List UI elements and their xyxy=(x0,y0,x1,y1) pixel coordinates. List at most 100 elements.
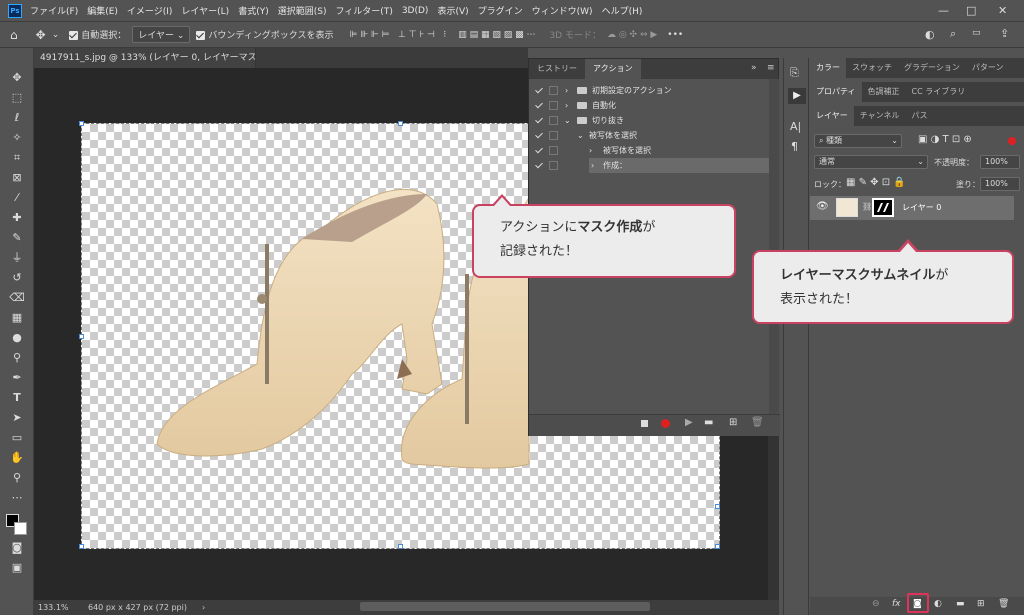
menu-view[interactable]: 表示(V) xyxy=(437,4,468,17)
blend-mode-dropdown[interactable]: 通常 ⌄ xyxy=(814,155,928,169)
menu-help[interactable]: ヘルプ(H) xyxy=(602,4,643,17)
new-action-icon[interactable]: ⊞ xyxy=(729,417,737,428)
fill-input[interactable]: 100% xyxy=(980,177,1020,191)
check-icon[interactable] xyxy=(535,131,543,139)
check-icon[interactable] xyxy=(535,161,543,169)
visibility-eye-icon[interactable]: 👁 xyxy=(816,201,829,212)
panel-menu-icon[interactable]: ≡ xyxy=(767,63,775,73)
3d-tool-icons[interactable]: ☁ ◎ ✣ ⇔ ▶ xyxy=(607,30,657,40)
menu-edit[interactable]: 編集(E) xyxy=(87,4,118,17)
document-tab[interactable]: 4917911_s.jpg @ 133% (レイヤー 0, レイヤーマスク/8)… xyxy=(34,48,256,68)
move-tool-icon[interactable]: ✥ xyxy=(36,28,46,42)
action-step-row-selected[interactable]: › 作成： xyxy=(589,158,769,173)
more-button[interactable]: ••• xyxy=(667,30,683,40)
layer-filter-dropdown[interactable]: ⌕ 種類 ⌄ xyxy=(814,134,902,148)
collapse-icon[interactable]: ⌄ xyxy=(577,128,584,143)
collapse-icon[interactable]: » xyxy=(751,63,757,73)
chevron-down-icon[interactable]: ⌄ xyxy=(52,30,60,40)
mask-link-icon[interactable]: ⛓ xyxy=(862,202,872,211)
stamp-tool-icon[interactable]: ⏚ xyxy=(8,250,26,266)
marquee-tool-icon[interactable]: ⬚ xyxy=(8,90,26,106)
filter-toggle-icon[interactable] xyxy=(1008,137,1016,145)
check-icon[interactable] xyxy=(535,116,543,124)
bbox-checkbox[interactable] xyxy=(196,31,206,40)
check-icon[interactable] xyxy=(535,86,543,94)
lock-icons[interactable]: ▦ ✎ ✥ ⊡ 🔒 xyxy=(846,177,906,188)
transform-handle[interactable] xyxy=(715,544,720,549)
character-panel-icon[interactable]: A| xyxy=(790,120,801,133)
tab-gradients[interactable]: グラデーション xyxy=(898,58,966,78)
layer-mask-thumbnail[interactable] xyxy=(872,198,894,217)
dialog-toggle-icon[interactable] xyxy=(549,101,558,110)
eraser-tool-icon[interactable]: ⌫ xyxy=(8,290,26,306)
expand-icon[interactable]: › xyxy=(591,158,594,173)
workspace-icon[interactable]: ▭ xyxy=(972,28,981,38)
menu-layer[interactable]: レイヤー(L) xyxy=(181,4,229,17)
lasso-tool-icon[interactable]: ℓ xyxy=(8,110,26,126)
zoom-tool-icon[interactable]: ⚲ xyxy=(8,470,26,486)
check-icon[interactable] xyxy=(535,101,543,109)
fx-icon[interactable]: fx xyxy=(892,599,901,609)
home-icon[interactable]: ⌂ xyxy=(10,28,18,42)
menu-type[interactable]: 書式(Y) xyxy=(238,4,269,17)
auto-select-dropdown[interactable]: レイヤー ⌄ xyxy=(132,26,191,43)
eyedropper-icon[interactable]: ⁄ xyxy=(8,190,26,206)
tab-patterns[interactable]: パターン xyxy=(966,58,1010,78)
brush-tool-icon[interactable]: ✎ xyxy=(8,230,26,246)
close-button[interactable]: ✕ xyxy=(998,4,1007,17)
new-layer-icon[interactable]: ⊞ xyxy=(977,599,985,609)
dialog-toggle-icon[interactable] xyxy=(549,86,558,95)
action-set-row[interactable]: ⌄ 切り抜き xyxy=(529,113,769,128)
group-icon[interactable]: ▬ xyxy=(956,599,965,609)
actions-panel-icon[interactable]: ▶ xyxy=(788,88,806,104)
check-icon[interactable] xyxy=(535,146,543,154)
expand-icon[interactable]: › xyxy=(589,143,592,158)
blur-tool-icon[interactable]: ● xyxy=(8,330,26,346)
maximize-button[interactable]: □ xyxy=(966,4,976,17)
transform-handle[interactable] xyxy=(79,334,84,339)
dodge-tool-icon[interactable]: ⚲ xyxy=(8,350,26,366)
quick-mask-icon[interactable]: ◙ xyxy=(8,540,26,556)
status-arrow-icon[interactable]: › xyxy=(202,600,205,615)
adjustment-layer-icon[interactable]: ◐ xyxy=(934,599,942,609)
tab-paths[interactable]: パス xyxy=(906,106,934,126)
share-icon[interactable]: ⇪ xyxy=(1000,27,1009,40)
menu-select[interactable]: 選択範囲(S) xyxy=(278,4,327,17)
zoom-level[interactable]: 133.1% xyxy=(38,600,69,615)
more-tools-icon[interactable]: ⋯ xyxy=(8,490,26,506)
menu-3d[interactable]: 3D(D) xyxy=(402,6,429,16)
new-set-icon[interactable]: ▬ xyxy=(704,417,713,428)
actions-scrollbar[interactable] xyxy=(769,79,779,414)
play-icon[interactable]: ▶ xyxy=(685,417,693,428)
minimize-button[interactable]: — xyxy=(938,4,949,17)
tab-channels[interactable]: チャンネル xyxy=(854,106,906,126)
auto-select-checkbox[interactable] xyxy=(69,31,79,40)
history-panel-icon[interactable]: ⎘ xyxy=(790,66,799,80)
dialog-toggle-icon[interactable] xyxy=(549,146,558,155)
layer-row[interactable]: 👁 ⛓ レイヤー 0 xyxy=(810,196,1014,220)
transform-handle[interactable] xyxy=(715,504,720,509)
layer-name[interactable]: レイヤー 0 xyxy=(902,202,941,213)
action-set-row[interactable]: › 初期設定のアクション xyxy=(529,83,769,98)
menu-image[interactable]: イメージ(I) xyxy=(127,4,173,17)
opacity-input[interactable]: 100% xyxy=(980,155,1020,169)
transform-handle[interactable] xyxy=(398,121,403,126)
background-color[interactable] xyxy=(14,522,27,535)
menu-plugins[interactable]: プラグイン xyxy=(478,4,523,17)
tab-cc-libraries[interactable]: CC ライブラリ xyxy=(906,82,972,102)
expand-icon[interactable]: › xyxy=(565,98,568,113)
tab-layers[interactable]: レイヤー xyxy=(810,106,854,126)
dialog-toggle-icon[interactable] xyxy=(549,131,558,140)
magic-wand-icon[interactable]: ✧ xyxy=(8,130,26,146)
search-icon[interactable]: ⌕ xyxy=(950,27,956,41)
link-layers-icon[interactable]: ⊖ xyxy=(872,599,880,609)
tab-history[interactable]: ヒストリー xyxy=(529,59,585,79)
pen-tool-icon[interactable]: ✒ xyxy=(8,370,26,386)
dialog-toggle-icon[interactable] xyxy=(549,161,558,170)
paragraph-panel-icon[interactable]: ¶ xyxy=(791,140,798,153)
frame-tool-icon[interactable]: ⊠ xyxy=(8,170,26,186)
transform-handle[interactable] xyxy=(398,544,403,549)
menu-file[interactable]: ファイル(F) xyxy=(30,4,78,17)
move-tool-icon[interactable]: ✥ xyxy=(8,70,26,86)
collapse-icon[interactable]: ⌄ xyxy=(564,113,571,128)
